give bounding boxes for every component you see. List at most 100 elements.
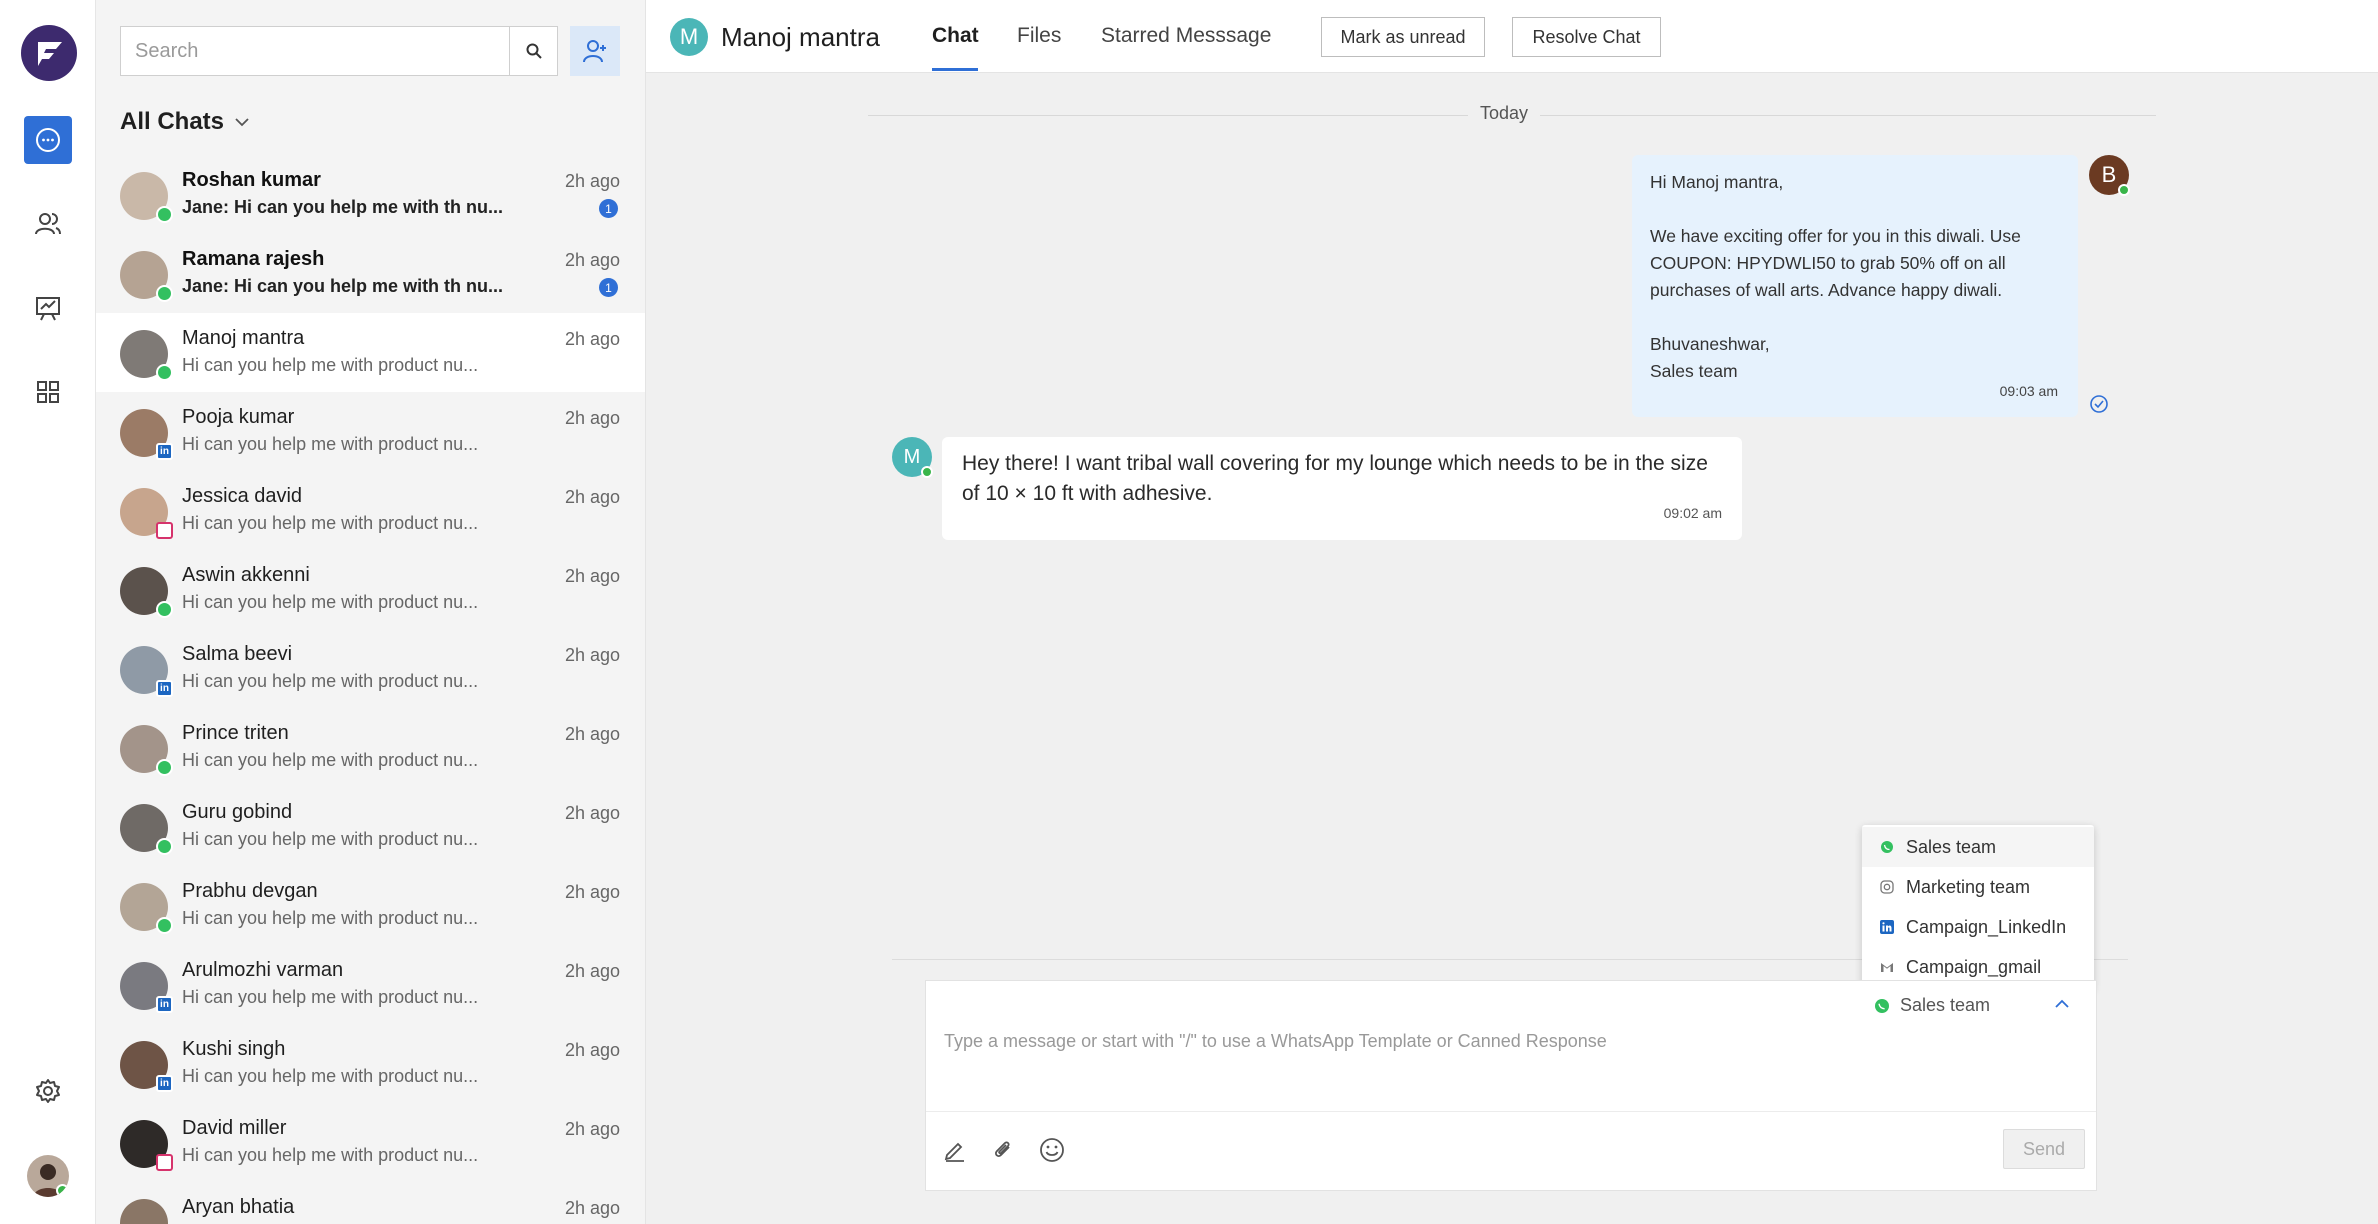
online-status-dot <box>56 1184 69 1197</box>
tab-files[interactable]: Files <box>1017 24 1061 48</box>
pen-icon[interactable] <box>942 1136 968 1162</box>
linkedin-icon: in <box>156 1075 173 1092</box>
chat-list-item[interactable]: Jessica david Hi can you help me with pro… <box>96 471 645 550</box>
chat-list-item[interactable]: in Salma beevi Hi can you help me with pro… <box>96 629 645 708</box>
tab-chat[interactable]: Chat <box>932 24 979 48</box>
whatsapp-icon <box>156 917 173 934</box>
chat-rows: Roshan kumar Jane: Hi can you help me wit… <box>96 155 645 1224</box>
chat-list-item[interactable]: Aryan bhatiaHi can you help me with prod… <box>96 1182 645 1224</box>
chat-preview: Hi can you help me with product nu... <box>182 513 479 533</box>
chat-icon <box>36 128 60 152</box>
contact-message-avatar-initial: M <box>903 445 921 468</box>
nav-settings[interactable] <box>24 1067 72 1115</box>
chat-time: 2h ago <box>564 645 620 665</box>
instagram-icon <box>156 522 173 539</box>
outgoing-message-line: Sales team <box>1650 361 1738 381</box>
tab-starred-message[interactable]: Starred Messsage <box>1101 24 1271 48</box>
chat-list-item[interactable]: David miller Hi can you help me with prod… <box>96 1103 645 1182</box>
chat-list-item[interactable]: Roshan kumar Jane: Hi can you help me wit… <box>96 155 645 234</box>
chat-list-item[interactable]: Prabhu devgan Hi can you help me with pro… <box>96 866 645 945</box>
search-input[interactable] <box>121 27 509 75</box>
add-user-icon <box>583 40 606 63</box>
channel-option-sales-team[interactable]: Sales team <box>1862 827 2094 867</box>
online-status-dot <box>921 466 933 478</box>
user-avatar[interactable] <box>27 1155 69 1197</box>
logo-icon <box>38 42 62 66</box>
chat-contact-name: Prabhu devgan <box>182 880 318 902</box>
outgoing-message-line: purchases of wall arts. Advance happy di… <box>1650 280 2003 300</box>
chat-time: 2h ago <box>564 487 620 507</box>
chat-list-item[interactable]: Manoj mantra Hi can you help me with prod… <box>96 313 645 392</box>
linkedin-icon: in <box>156 680 173 697</box>
whatsapp-icon <box>156 838 173 855</box>
attachment-icon[interactable] <box>990 1136 1016 1162</box>
apps-grid-icon <box>37 381 59 403</box>
chat-preview: Hi can you help me with product nu... <box>182 750 479 770</box>
channel-option-label: Marketing team <box>1906 876 2031 897</box>
chat-contact-name: David miller <box>182 1117 287 1139</box>
chat-preview: Hi can you help me with product nu... <box>182 1145 479 1165</box>
chat-preview: Hi can you help me with product nu... <box>182 908 479 928</box>
gmail-icon <box>1881 963 1893 972</box>
outgoing-message-line: Bhuvaneshwar, <box>1650 334 1770 354</box>
incoming-message-time: 09:02 am <box>1663 505 1722 521</box>
chat-contact-name: Roshan kumar <box>182 169 321 191</box>
chat-list-item[interactable]: in Kushi singh Hi can you help me with pro… <box>96 1024 645 1103</box>
contact-avatar <box>120 1199 168 1224</box>
chat-contact-name: Jessica david <box>182 485 303 507</box>
chat-time: 2h ago <box>564 961 620 981</box>
channel-option-campaign-linkedin[interactable]: Campaign_LinkedIn <box>1862 907 2094 947</box>
add-contact-button[interactable] <box>570 26 620 76</box>
chat-list-item[interactable]: Aswin akkenni Hi can you help me with pro… <box>96 550 645 629</box>
outgoing-message: Hi Manoj mantra, We have exciting offer f… <box>1632 155 2078 417</box>
chevron-down-icon <box>235 118 249 127</box>
chat-preview: Hi can you help me with product nu... <box>182 592 479 612</box>
chat-preview: Hi can you help me with product nu... <box>182 434 479 454</box>
message-input[interactable] <box>944 1031 2074 1091</box>
linkedin-icon: in <box>156 996 173 1013</box>
chat-filter-dropdown[interactable]: All Chats <box>120 108 250 136</box>
contact-avatar: M <box>670 18 708 56</box>
whatsapp-icon <box>156 601 173 618</box>
chat-list-item[interactable]: Prince triten Hi can you help me with pro… <box>96 708 645 787</box>
outgoing-message-line: Hi Manoj mantra, <box>1650 172 1784 192</box>
chat-contact-name: Arulmozhi varman <box>182 959 344 981</box>
whatsapp-icon <box>156 285 173 302</box>
chat-list-item[interactable]: Ramana rajesh Jane: Hi can you help me wi… <box>96 234 645 313</box>
chat-preview: Hi can you help me with product nu... <box>182 671 479 691</box>
chat-list-item[interactable]: in Arulmozhi varman Hi can you help me wit… <box>96 945 645 1024</box>
contact-name: Manoj mantra <box>721 22 880 52</box>
chat-time: 2h ago <box>564 803 620 823</box>
nav-apps[interactable] <box>24 368 72 416</box>
composer-divider <box>926 1111 2096 1112</box>
chat-list-item[interactable]: Guru gobind Hi can you help me with produ… <box>96 787 645 866</box>
chat-time: 2h ago <box>564 1119 620 1139</box>
send-button[interactable]: Send <box>2003 1129 2085 1169</box>
chat-contact-name: Manoj mantra <box>182 327 305 349</box>
conversation-panel: M Manoj mantra Chat Files Starred Messsa… <box>646 0 2378 1224</box>
search-button[interactable] <box>509 27 557 75</box>
day-label: Today <box>1468 103 1541 124</box>
whatsapp-icon <box>156 364 173 381</box>
chevron-up-icon[interactable] <box>2054 998 2070 1010</box>
emoji-icon[interactable] <box>1038 1136 1066 1164</box>
whatsapp-icon <box>156 759 173 776</box>
channel-selector[interactable]: Sales team <box>1874 995 1990 1016</box>
nav-campaigns[interactable] <box>24 284 72 332</box>
contacts-icon <box>35 213 61 235</box>
app-logo[interactable] <box>21 25 77 81</box>
nav-contacts[interactable] <box>24 200 72 248</box>
linkedin-icon <box>1880 920 1894 934</box>
unread-count-badge: 1 <box>599 199 618 218</box>
chat-contact-name: Guru gobind <box>182 801 293 823</box>
left-rail <box>0 0 96 1224</box>
chat-contact-name: Prince triten <box>182 722 289 744</box>
chat-list-item[interactable]: in Pooja kumar Hi can you help me with pro… <box>96 392 645 471</box>
resolve-chat-button[interactable]: Resolve Chat <box>1512 17 1661 57</box>
online-status-dot <box>2118 184 2130 196</box>
mark-as-unread-button[interactable]: Mark as unread <box>1321 17 1485 57</box>
chat-contact-name: Ramana rajesh <box>182 248 325 270</box>
nav-chats[interactable] <box>24 116 72 164</box>
search-icon <box>526 43 542 59</box>
channel-option-marketing-team[interactable]: Marketing team <box>1862 867 2094 907</box>
